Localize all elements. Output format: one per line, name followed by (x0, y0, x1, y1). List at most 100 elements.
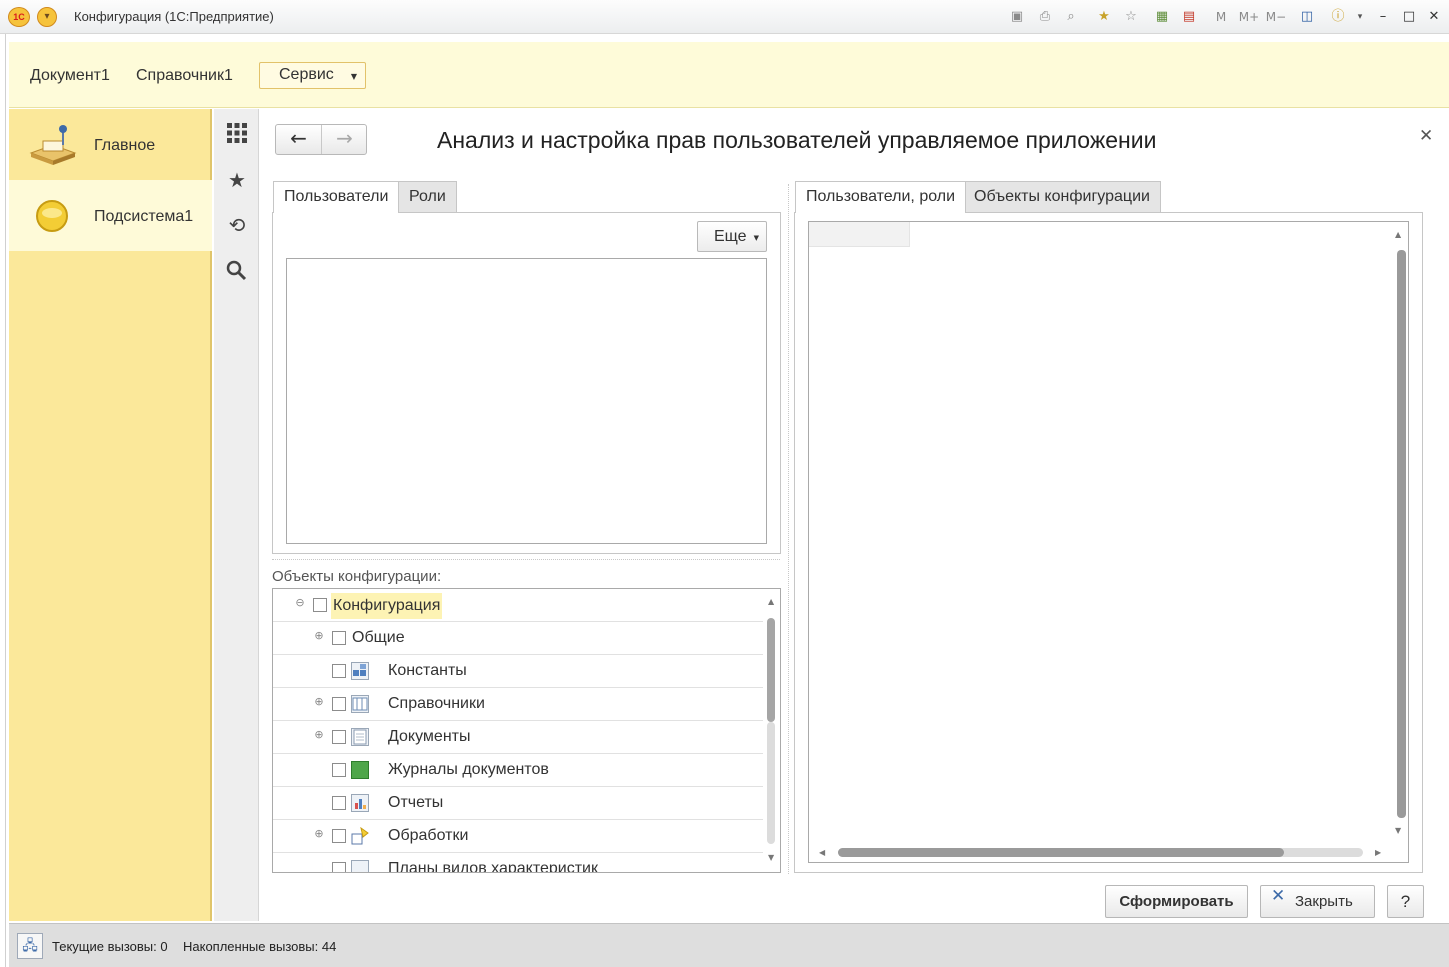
report-hscroll-thumb[interactable] (838, 848, 1284, 857)
menu-item-document1[interactable]: Документ1 (30, 67, 110, 85)
tree-row[interactable]: ⊕ Справочники (273, 688, 763, 721)
info-dropdown-icon[interactable]: ▾ (1351, 8, 1369, 26)
print-icon[interactable]: ⎙ (1036, 8, 1054, 26)
history-icon[interactable]: ⟲ (225, 213, 249, 237)
tree-checkbox[interactable] (332, 763, 346, 777)
calendar-icon[interactable]: ▤ (1180, 8, 1198, 26)
tree-checkbox[interactable] (332, 631, 346, 645)
config-objects-caption: Объекты конфигурации: (272, 568, 442, 585)
report-scrollbar-thumb[interactable] (1397, 250, 1406, 818)
expand-icon[interactable]: ⊕ (313, 696, 325, 708)
maximize-icon[interactable]: □ (1400, 8, 1418, 26)
title-bar: 1С ▾ Конфигурация (1С:Предприятие) ▣ ⎙ ⌕… (0, 0, 1449, 34)
more-button[interactable]: Еще ▼ (697, 221, 767, 252)
memory-plus-icon[interactable]: M+ (1237, 8, 1261, 26)
back-arrow-icon[interactable]: ← (276, 125, 322, 154)
journals-icon (351, 761, 369, 779)
tree-row[interactable]: ⊖ Конфигурация (273, 589, 763, 622)
favorites-icon[interactable]: ☆ (1122, 8, 1140, 26)
tree-row[interactable]: Планы видов характеристик (273, 853, 763, 872)
section-item-subsystem1[interactable]: Подсистема1 (9, 180, 212, 251)
tree-row[interactable]: Константы (273, 655, 763, 688)
scroll-up-icon[interactable]: ▲ (768, 597, 774, 606)
tab-users-roles[interactable]: Пользователи, роли (795, 181, 967, 213)
search-icon[interactable] (225, 259, 249, 283)
collapse-icon[interactable]: ⊖ (294, 597, 306, 609)
spreadsheet-cell[interactable] (809, 222, 910, 247)
minimize-icon[interactable]: – (1374, 8, 1392, 26)
documents-icon (351, 728, 369, 746)
panels-icon[interactable]: ◫ (1298, 8, 1316, 26)
scroll-up-icon[interactable]: ▲ (1395, 230, 1401, 239)
tab-roles[interactable]: Роли (398, 181, 457, 212)
chevron-down-icon: ▼ (350, 72, 357, 81)
main-menu-button[interactable]: ▾ (37, 7, 57, 27)
scroll-down-icon[interactable]: ▼ (1395, 826, 1401, 835)
info-icon[interactable]: ⓘ (1329, 8, 1347, 26)
reports-icon (351, 794, 369, 812)
menu-bar: Документ1 Справочник1 Сервис ▼ (9, 42, 1449, 108)
tree-scrollbar-thumb[interactable] (767, 618, 775, 722)
scroll-left-icon[interactable]: ◀ (819, 848, 825, 857)
tree-row[interactable]: ⊕ Общие (273, 622, 763, 655)
accumulated-calls-text: Накопленные вызовы: 44 (183, 939, 337, 954)
service-menu-label: Сервис (279, 66, 334, 83)
add-favorite-icon[interactable]: ★ (1095, 8, 1113, 26)
service-menu-button[interactable]: Сервис ▼ (259, 62, 366, 89)
expand-icon[interactable]: ⊕ (313, 729, 325, 741)
save-icon[interactable]: ▣ (1008, 8, 1026, 26)
report-spreadsheet[interactable]: ▲ ▼ ◀ ▶ (808, 221, 1409, 863)
scroll-right-icon[interactable]: ▶ (1375, 848, 1381, 857)
favorites-star-icon[interactable]: ★ (225, 168, 249, 192)
close-button-label: Закрыть (1295, 893, 1353, 910)
users-list[interactable] (286, 258, 767, 544)
tree-row[interactable]: Журналы документов (273, 754, 763, 787)
expand-icon[interactable]: ⊕ (313, 828, 325, 840)
tree-checkbox[interactable] (332, 664, 346, 678)
memory-icon[interactable]: M (1212, 8, 1230, 26)
tree-item-label: Документы (388, 728, 471, 745)
close-form-icon[interactable]: ✕ (1419, 126, 1433, 146)
tree-scrollbar-track[interactable] (767, 722, 775, 844)
tree-item-label: Обработки (388, 827, 469, 844)
tab-users[interactable]: Пользователи (273, 181, 400, 213)
server-calls-icon[interactable]: 🖧 (17, 933, 43, 959)
tree-checkbox[interactable] (332, 697, 346, 711)
tree-row[interactable]: ⊕ Документы (273, 721, 763, 754)
form-title: Анализ и настройка прав пользователей уп… (437, 127, 1157, 153)
tree-checkbox[interactable] (313, 598, 327, 612)
forward-arrow-icon[interactable]: → (322, 125, 367, 154)
chevron-down-icon: ▼ (753, 234, 759, 242)
menu-item-catalog1[interactable]: Справочник1 (136, 67, 233, 85)
horizontal-splitter[interactable] (272, 559, 780, 560)
window-close-icon[interactable]: ✕ (1425, 8, 1443, 26)
help-button[interactable]: ? (1387, 885, 1424, 918)
scroll-down-icon[interactable]: ▼ (768, 853, 774, 862)
generate-button[interactable]: Сформировать (1105, 885, 1248, 918)
tree-checkbox[interactable] (332, 730, 346, 744)
all-functions-icon[interactable] (225, 121, 249, 145)
tree-item-label: Отчеты (388, 794, 444, 811)
tools-column: ★ ⟲ (214, 109, 259, 921)
tree-checkbox[interactable] (332, 862, 346, 872)
expand-icon[interactable]: ⊕ (313, 630, 325, 642)
app-logo-icon[interactable]: 1С (8, 7, 30, 27)
preview-icon[interactable]: ⌕ (1062, 8, 1080, 26)
memory-minus-icon[interactable]: M− (1264, 8, 1288, 26)
close-x-icon: ✕ (1271, 886, 1286, 906)
catalogs-icon (351, 695, 369, 713)
section-label-subsystem1: Подсистема1 (94, 208, 194, 225)
tab-config-objects[interactable]: Объекты конфигурации (963, 181, 1161, 212)
navigation-buttons: ← → (275, 124, 367, 155)
tree-checkbox[interactable] (332, 829, 346, 843)
tree-row[interactable]: ⊕ Обработки (273, 820, 763, 853)
close-button[interactable]: ✕ Закрыть (1260, 885, 1375, 918)
section-item-main[interactable]: Главное (9, 109, 212, 180)
config-objects-tree[interactable]: ⊖ Конфигурация ⊕ Общие Константы ⊕ Справ… (272, 588, 781, 873)
chart-of-characteristics-icon (351, 860, 369, 872)
calculator-icon[interactable]: ▦ (1153, 8, 1171, 26)
tree-row[interactable]: Отчеты (273, 787, 763, 820)
tree-checkbox[interactable] (332, 796, 346, 810)
vertical-splitter[interactable] (788, 184, 789, 874)
sections-panel: Главное Подсистема1 (9, 109, 212, 921)
